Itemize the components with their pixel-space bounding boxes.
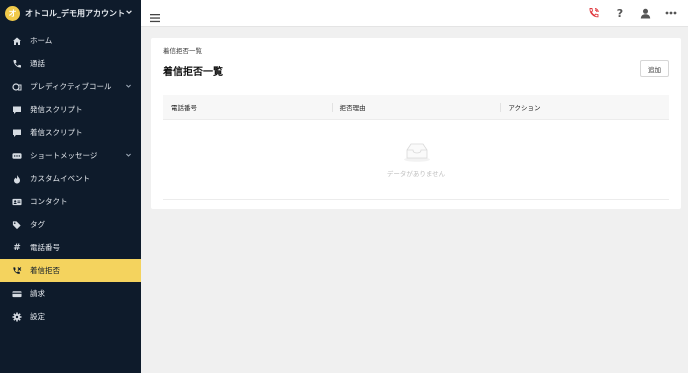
fire-icon xyxy=(12,174,22,184)
phone-icon xyxy=(12,59,22,69)
help-icon[interactable]: ? xyxy=(613,6,627,20)
sidebar-item-short-message[interactable]: ショートメッセージ xyxy=(0,144,141,167)
contact-card-icon xyxy=(12,197,22,207)
phone-call-icon[interactable] xyxy=(587,6,601,20)
column-header-reject-reason[interactable]: 拒否理由 xyxy=(331,95,501,119)
phone-blocked-icon xyxy=(12,266,22,276)
add-button[interactable]: 追加 xyxy=(640,60,669,77)
breadcrumb: 着信拒否一覧 xyxy=(163,47,202,55)
gear-icon xyxy=(12,312,22,322)
chevron-down-icon xyxy=(125,8,133,18)
comment-icon xyxy=(12,105,22,115)
credit-card-icon xyxy=(12,289,22,299)
sidebar-item-inbound-script[interactable]: 着信スクリプト xyxy=(0,121,141,144)
column-header-phone-number[interactable]: 電話番号 xyxy=(163,95,332,119)
top-bar: ? xyxy=(141,0,688,27)
tags-icon xyxy=(12,220,22,230)
sidebar-item-label: 通話 xyxy=(30,59,45,68)
sidebar-item-label: カスタムイベント xyxy=(30,174,90,183)
sidebar-item-label: ショートメッセージ xyxy=(30,151,98,160)
sidebar-nav: ホーム 通話 プレディクティブコール 発信スクリプト 着信スクリプト ショートメ… xyxy=(0,29,141,328)
sidebar-item-tags[interactable]: タグ xyxy=(0,213,141,236)
comment-icon xyxy=(12,128,22,138)
empty-inbox-icon xyxy=(403,142,431,162)
sidebar-item-custom-event[interactable]: カスタムイベント xyxy=(0,167,141,190)
chevron-down-icon xyxy=(125,151,132,160)
sidebar-item-predictive-call[interactable]: プレディクティブコール xyxy=(0,75,141,98)
sidebar-item-call-block[interactable]: 着信拒否 xyxy=(0,259,141,282)
table-header: 電話番号 拒否理由 アクション xyxy=(163,95,669,120)
sidebar-item-label: 着信スクリプト xyxy=(30,128,83,137)
home-icon xyxy=(12,36,22,46)
chevron-down-icon xyxy=(125,82,132,91)
column-header-action[interactable]: アクション xyxy=(500,95,669,119)
empty-state: データがありません xyxy=(163,120,669,200)
sidebar-item-settings[interactable]: 設定 xyxy=(0,305,141,328)
sidebar-item-outbound-script[interactable]: 発信スクリプト xyxy=(0,98,141,121)
call-block-table: 電話番号 拒否理由 アクション データがありません xyxy=(163,95,669,200)
sidebar-item-contact[interactable]: コンタクト xyxy=(0,190,141,213)
sidebar-item-calls[interactable]: 通話 xyxy=(0,52,141,75)
sidebar-item-label: 着信拒否 xyxy=(30,266,60,275)
account-name: オトコル_デモ用アカウント xyxy=(25,8,125,18)
sidebar-item-label: タグ xyxy=(30,220,45,229)
sidebar-item-home[interactable]: ホーム xyxy=(0,29,141,52)
more-icon[interactable] xyxy=(664,6,678,20)
menu-icon[interactable] xyxy=(150,8,160,23)
user-icon[interactable] xyxy=(638,6,652,20)
hash-icon: # xyxy=(13,242,21,253)
sidebar-item-label: 設定 xyxy=(30,312,45,321)
call-block-card: 着信拒否一覧 着信拒否一覧 追加 電話番号 拒否理由 アクション データがありま… xyxy=(151,38,681,209)
sidebar: オ オトコル_デモ用アカウント ホーム 通話 プレディクティブコール 発信スクリ… xyxy=(0,0,141,373)
sidebar-item-billing[interactable]: 請求 xyxy=(0,282,141,305)
sidebar-item-label: 請求 xyxy=(30,289,45,298)
account-switcher[interactable]: オ オトコル_デモ用アカウント xyxy=(0,0,141,26)
sidebar-item-label: 電話番号 xyxy=(30,243,60,252)
sidebar-item-label: ホーム xyxy=(30,36,53,45)
account-logo: オ xyxy=(5,5,20,21)
sidebar-item-label: コンタクト xyxy=(30,197,68,206)
sidebar-item-label: プレディクティブコール xyxy=(30,82,112,91)
sms-icon xyxy=(12,151,22,161)
predictive-call-icon xyxy=(12,82,22,92)
empty-text: データがありません xyxy=(386,170,446,178)
page-title: 着信拒否一覧 xyxy=(163,67,223,78)
sidebar-item-label: 発信スクリプト xyxy=(30,105,83,114)
sidebar-item-phone-numbers[interactable]: # 電話番号 xyxy=(0,236,141,259)
